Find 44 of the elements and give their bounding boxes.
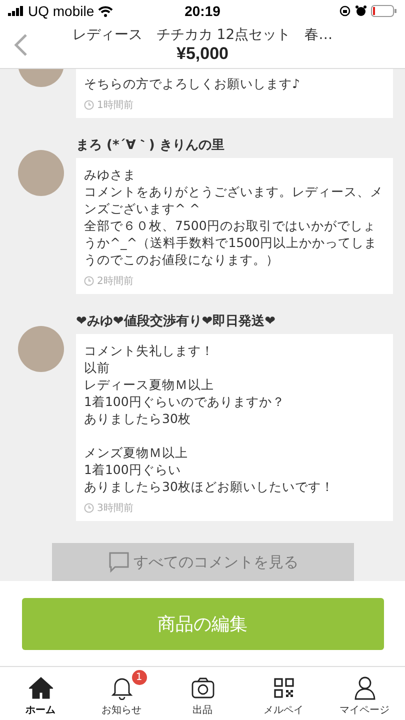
comment-text: ありましたら30枚ほどお願いしたいです！ (84, 478, 334, 495)
battery-icon (371, 5, 397, 17)
comment-text: レディース夏物Ｍ以上 (84, 376, 214, 393)
item-title: レディース チチカカ 12点セット 春… (72, 26, 333, 44)
back-icon[interactable] (14, 33, 28, 57)
comment-text: みゆさま (84, 166, 136, 183)
comment-time: 1時間前 (97, 98, 134, 112)
comment-text: 1着100円ぐらいのでありますか？ (84, 393, 285, 410)
clock-icon (84, 276, 94, 286)
avatar (18, 150, 64, 196)
clock-icon (84, 100, 94, 110)
comment-text: 1着100円ぐらい (84, 461, 181, 478)
comment-text: コメント失礼します！ (84, 342, 214, 359)
commenter-name: ❤みゆ❤値段交渉有り❤即日発送❤ (76, 312, 277, 330)
comment-time: 3時間前 (97, 502, 134, 515)
rotation-lock-icon (339, 5, 351, 17)
comment-text: ありましたら30枚 (84, 410, 191, 427)
status-time: 20:19 (184, 3, 220, 19)
camera-icon (190, 677, 214, 699)
person-icon (354, 676, 376, 700)
comment-text: コメントをありがとうございます。レディース、メンズございます^ ^ (84, 183, 384, 217)
avatar (18, 326, 64, 372)
signal-icon (8, 6, 24, 16)
clock-icon (84, 503, 94, 513)
tab-item[interactable]: ホーム (6, 670, 76, 717)
tab-item[interactable]: メルペイ (248, 670, 318, 717)
comment-text: メンズ夏物Ｍ以上 (84, 444, 188, 461)
comment-text: 以前 (84, 359, 110, 376)
tab-item[interactable]: マイページ (330, 670, 400, 717)
tab-item[interactable]: 出品 (168, 670, 238, 717)
comment-text: そちらの方でよろしくお願いします♪ (84, 75, 300, 92)
wifi-icon (98, 6, 114, 16)
qr-code-icon (274, 678, 294, 698)
alarm-icon (355, 5, 367, 17)
notification-badge: 1 (132, 670, 146, 685)
item-price: ¥5,000 (176, 44, 228, 64)
tab-item[interactable]: 1 お知らせ (86, 670, 156, 717)
home-icon (28, 677, 52, 699)
comment-text: 全部で６０枚、7500円のお取引ではいかがでしょうか^_^（送料手数料で1500円以上かかってしまうのでこのお値段になります。） (84, 217, 378, 268)
comment-time: 2時間前 (97, 274, 134, 288)
carrier-name: UQ mobile (28, 3, 94, 19)
bell-icon (110, 676, 132, 700)
commenter-name: まろ (*´∀｀) きりんの里 (76, 137, 226, 154)
speech-bubble-icon (108, 551, 130, 573)
